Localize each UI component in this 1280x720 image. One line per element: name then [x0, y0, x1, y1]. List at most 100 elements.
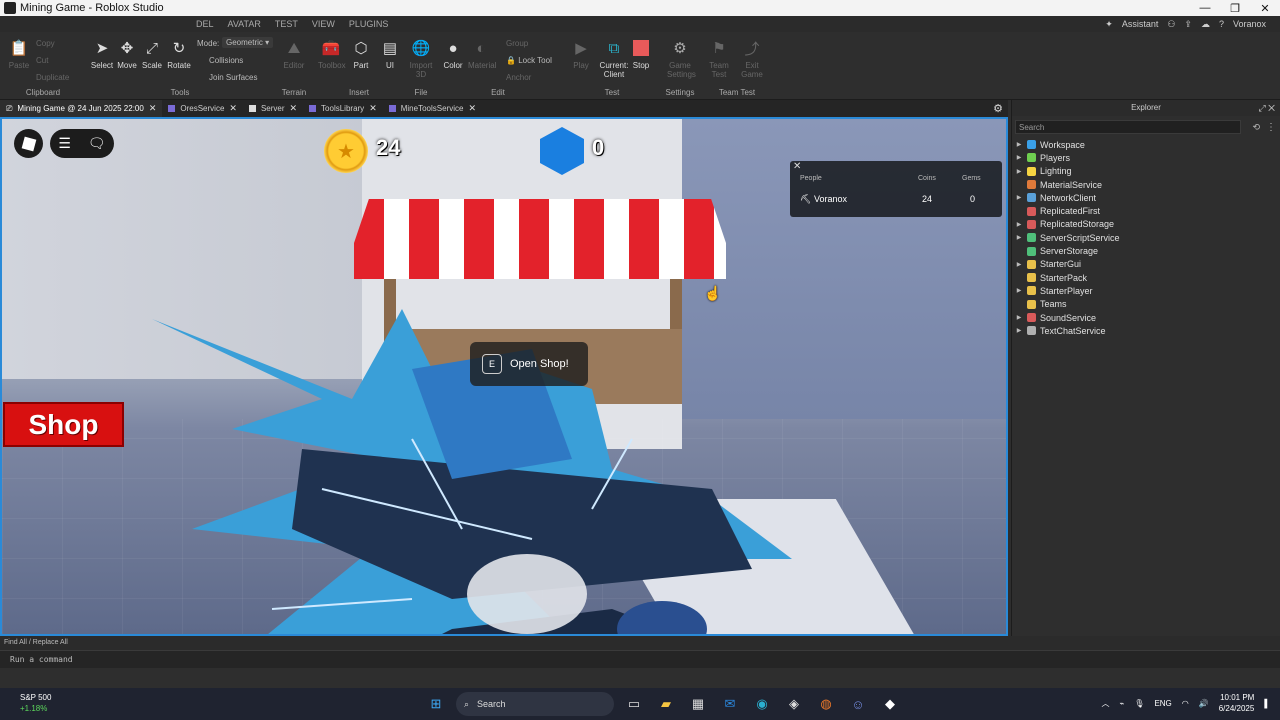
roblox-menu-button[interactable] — [14, 129, 43, 158]
game-settings-button[interactable]: ⚙ Game Settings — [667, 38, 696, 79]
chat-icon[interactable]: 🗨 — [88, 135, 106, 152]
doc-tab-game[interactable]: ⎚ Mining Game @ 24 Jun 2025 22:00 ✕ — [0, 100, 163, 117]
panel-controls[interactable]: ⤢ ✕ — [1258, 100, 1275, 116]
close-tab-icon[interactable]: ✕ — [369, 103, 377, 114]
explorer-item-starterplayer[interactable]: ▶ StarterPlayer — [1012, 284, 1280, 297]
explorer-item-teams[interactable]: Teams — [1012, 298, 1280, 311]
paste-button[interactable]: 📋 Paste — [6, 38, 32, 70]
chevron-right-icon[interactable]: ▶ — [1015, 221, 1023, 228]
part-button[interactable]: ⬡ Part — [348, 38, 374, 70]
material-button[interactable]: ◐ Material — [468, 38, 496, 71]
chevron-right-icon[interactable]: ▶ — [1015, 194, 1023, 201]
move-tool-button[interactable]: ✥ Move — [114, 38, 140, 70]
firefox-icon[interactable]: ◍ — [814, 692, 838, 716]
tab-model[interactable]: DEL — [196, 19, 214, 29]
close-tab-icon[interactable]: ✕ — [468, 103, 476, 114]
explorer-item-serverstorage[interactable]: ServerStorage — [1012, 244, 1280, 257]
explorer-item-startergui[interactable]: ▶ StarterGui — [1012, 258, 1280, 271]
team-test-button[interactable]: ⚑ Team Test — [706, 38, 732, 79]
network-icon[interactable]: ⌁ — [1119, 699, 1124, 708]
shop-button[interactable]: Shop — [3, 402, 124, 447]
start-icon[interactable]: ⊞ — [424, 692, 448, 716]
collisions-toggle[interactable]: Collisions — [209, 56, 243, 65]
chevron-right-icon[interactable]: ▶ — [1015, 154, 1023, 161]
help-icon[interactable]: ? — [1219, 19, 1224, 29]
stop-button[interactable]: Stop — [628, 38, 654, 70]
doc-tab-server[interactable]: Server ✕ — [243, 100, 303, 117]
doc-tab-oresservice[interactable]: OresService ✕ — [162, 100, 243, 117]
explorer-item-workspace[interactable]: ▶ Workspace — [1012, 138, 1280, 151]
hamburger-icon[interactable]: ☰ — [58, 135, 71, 152]
chevron-right-icon[interactable]: ▶ — [1015, 287, 1023, 294]
close-tab-icon[interactable]: ✕ — [229, 103, 237, 114]
doc-tab-minetoolsservice[interactable]: MineToolsService ✕ — [383, 100, 482, 117]
taskbar-search[interactable]: ⌕ Search — [456, 692, 614, 716]
microphone-icon[interactable]: 🎙 — [1134, 699, 1144, 708]
explorer-item-soundservice[interactable]: ▶ SoundService — [1012, 311, 1280, 324]
store-icon[interactable]: ▦ — [686, 692, 710, 716]
minimize-icon[interactable]: — — [1190, 0, 1220, 16]
close-icon[interactable]: ✕ — [1250, 0, 1280, 16]
edge-icon[interactable]: ◉ — [750, 692, 774, 716]
history-icon[interactable]: ⟲ — [1252, 122, 1260, 133]
exit-game-button[interactable]: ⤴ Exit Game — [739, 38, 765, 80]
duplicate-button[interactable]: Duplicate — [36, 73, 69, 82]
app-icon[interactable]: ◈ — [782, 692, 806, 716]
stock-widget[interactable]: S&P 500 +1.18% — [20, 692, 51, 714]
explorer-search-input[interactable]: Search ⟲ ⋮ — [1015, 120, 1276, 134]
outlook-icon[interactable]: ✉ — [718, 692, 742, 716]
scale-tool-button[interactable]: ⤢ Scale — [139, 38, 165, 71]
task-view-icon[interactable]: ▭ — [622, 692, 646, 716]
chevron-up-icon[interactable]: ︿ — [1101, 698, 1109, 709]
clock[interactable]: 10:01 PM 6/24/2025 — [1219, 692, 1255, 714]
assistant-button[interactable]: Assistant — [1122, 19, 1159, 29]
doc-tab-toolslibrary[interactable]: ToolsLibrary ✕ — [303, 100, 383, 117]
cloud-icon[interactable]: ☁ — [1201, 19, 1210, 30]
more-icon[interactable]: ⋮ — [1266, 122, 1276, 133]
file-explorer-icon[interactable]: ▰ — [654, 692, 678, 716]
explorer-item-serverscriptservice[interactable]: ▶ ServerScriptService — [1012, 231, 1280, 244]
cut-button[interactable]: Cut — [36, 56, 48, 65]
volume-icon[interactable]: 🔊 — [1199, 699, 1209, 708]
notifications-icon[interactable]: ⚇ — [1167, 19, 1175, 30]
viewport-settings-icon[interactable]: ⚙ — [993, 102, 1003, 115]
tab-avatar[interactable]: AVATAR — [228, 19, 261, 29]
rotate-tool-button[interactable]: ↻ Rotate — [166, 38, 192, 70]
toolbox-button[interactable]: 🧰 Toolbox — [318, 38, 346, 70]
import-3d-button[interactable]: 🌐 Import 3D — [408, 38, 434, 79]
wifi-icon[interactable]: ◠ — [1182, 699, 1189, 708]
join-surfaces-toggle[interactable]: Join Surfaces — [209, 73, 257, 82]
select-tool-button[interactable]: ➤ Select — [89, 38, 115, 70]
chevron-right-icon[interactable]: ▶ — [1015, 234, 1023, 241]
tab-plugins[interactable]: PLUGINS — [349, 19, 389, 29]
mode-dropdown[interactable]: Geometric ▾ — [222, 37, 274, 48]
close-tab-icon[interactable]: ✕ — [290, 103, 298, 114]
anchor-button[interactable]: Anchor — [506, 73, 531, 82]
command-bar-input[interactable]: Run a command — [0, 650, 1280, 668]
user-name[interactable]: Voranox — [1233, 19, 1266, 29]
explorer-item-textchatservice[interactable]: ▶ TextChatService — [1012, 324, 1280, 337]
maximize-icon[interactable]: ❐ — [1220, 0, 1250, 16]
color-button[interactable]: ● Color — [440, 38, 466, 71]
close-tab-icon[interactable]: ✕ — [149, 103, 157, 114]
open-shop-prompt[interactable]: E Open Shop! — [470, 342, 588, 386]
game-viewport[interactable]: ☰ 🗨 ★ 24 0 E Open Shop! Shop ✕ People Co… — [0, 117, 1008, 636]
explorer-item-lighting[interactable]: ▶ Lighting — [1012, 165, 1280, 178]
chevron-right-icon[interactable]: ▶ — [1015, 141, 1023, 148]
notification-icon[interactable]: ▌ — [1264, 699, 1270, 708]
roblox-studio-taskbar-icon[interactable]: ◆ — [878, 692, 902, 716]
group-button[interactable]: Group — [506, 39, 528, 48]
explorer-item-materialservice[interactable]: MaterialService — [1012, 178, 1280, 191]
close-icon[interactable]: ✕ — [793, 161, 801, 172]
lock-tool-button[interactable]: 🔒 Lock Tool — [506, 56, 552, 65]
tab-view[interactable]: VIEW — [312, 19, 335, 29]
find-replace-tab[interactable]: Find All / Replace All — [0, 636, 1280, 650]
explorer-item-players[interactable]: ▶ Players — [1012, 151, 1280, 164]
explorer-item-replicatedstorage[interactable]: ▶ ReplicatedStorage — [1012, 218, 1280, 231]
chevron-right-icon[interactable]: ▶ — [1015, 314, 1023, 321]
explorer-item-networkclient[interactable]: ▶ NetworkClient — [1012, 191, 1280, 204]
language-indicator[interactable]: ENG — [1154, 699, 1171, 708]
assistant-icon[interactable]: ✦ — [1105, 19, 1113, 30]
current-client-button[interactable]: ⧉ Current: Client — [596, 38, 632, 80]
explorer-item-starterpack[interactable]: StarterPack — [1012, 271, 1280, 284]
